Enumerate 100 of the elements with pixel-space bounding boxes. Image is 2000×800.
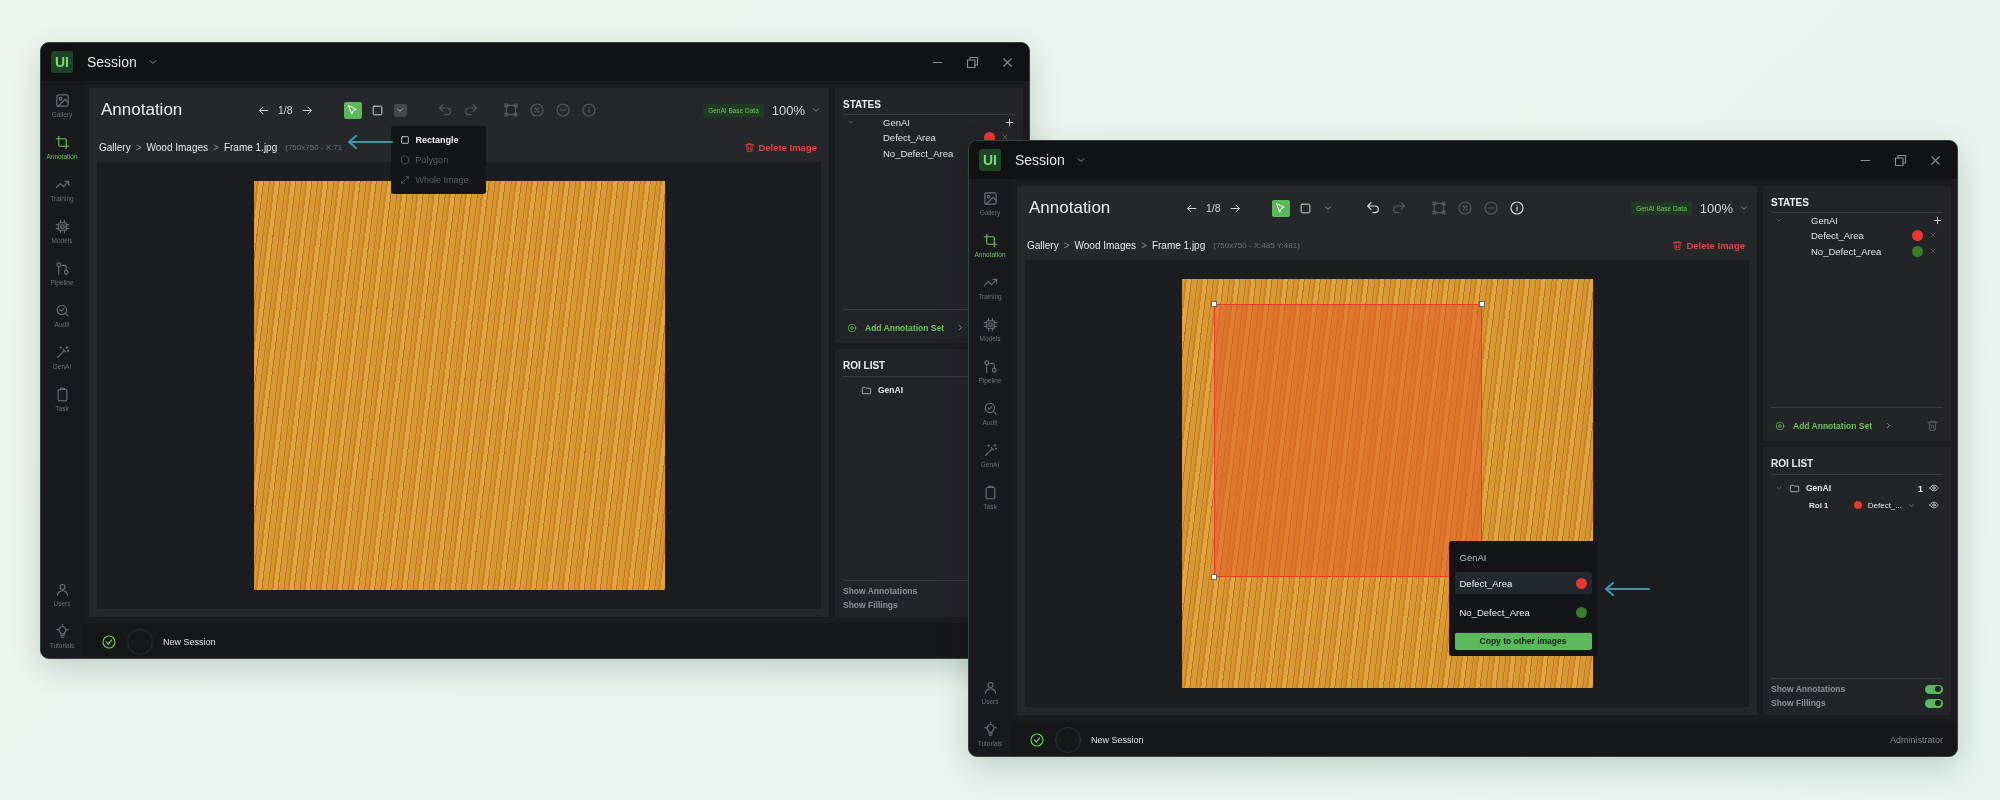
plus-circle-icon [847,322,857,333]
app-logo: UI [51,51,73,73]
info-icon[interactable] [1508,200,1525,216]
section-title: ROI LIST [1771,455,1943,475]
resize-handle[interactable] [1210,301,1217,307]
lightbulb-icon [54,624,70,639]
undo-icon[interactable] [1364,200,1381,216]
toggle-switch[interactable] [1925,684,1943,694]
label-dropdown[interactable]: Defect_... [1867,500,1902,510]
toggle-label: Show Fillings [843,600,898,610]
tree-item[interactable]: Defect_Area [883,131,936,143]
caret-icon [1323,203,1334,213]
plus-circle-icon [1775,420,1785,431]
eye-icon[interactable] [1929,500,1939,510]
chevron-icon[interactable] [1884,421,1893,430]
chevron-icon[interactable] [847,118,855,126]
toggle-label: Show Annotations [1771,684,1846,694]
dropdown-button[interactable] [393,103,407,117]
pointer-arrow [1603,582,1650,596]
breadcrumb-separator: > [213,141,219,153]
hexagon-icon [399,154,410,165]
magic-wand-icon [54,345,70,360]
pointer-arrow [346,134,393,149]
tree-item[interactable]: No_Defect_Area [1811,245,1882,257]
restore-icon[interactable] [965,54,980,70]
chevron-icon[interactable] [956,323,965,332]
remove-icon[interactable] [1929,247,1937,255]
menu-item[interactable]: Defect_Area [1454,572,1592,594]
menu-item[interactable]: No_Defect_Area [1454,601,1592,623]
resize-handle[interactable] [1478,301,1485,307]
delete-image-button[interactable]: Delete Image [740,141,821,153]
plus-icon[interactable] [1932,214,1943,226]
add-annotation-set-button[interactable]: Add Annotation Set [843,322,948,333]
breadcrumb-link[interactable]: Frame 1.jpg [223,141,278,153]
session-name: New Session [163,636,216,647]
plus-icon[interactable] [1004,116,1015,128]
breadcrumb-link[interactable]: Wood Images [1074,239,1137,251]
tree-item[interactable]: GenAI [1806,483,1832,493]
tree-item[interactable]: GenAI [883,116,910,128]
breadcrumb-link[interactable]: Gallery [99,141,131,153]
tree-item[interactable]: Defect_Area [1811,229,1864,241]
crop-icon [54,135,70,150]
breadcrumb-link[interactable]: Frame 1.jpg [1151,239,1206,251]
image-info: (750x750 - X:485 Y:481) [1213,240,1300,250]
copy-button[interactable]: Copy to other images [1454,631,1592,650]
page-counter: 1/8 [1206,202,1221,214]
caret-icon[interactable] [1908,501,1915,509]
toggle-switch[interactable] [1925,698,1943,708]
image-info: (750x750 - X:71 [285,142,343,152]
lightbulb-icon [982,722,998,737]
remove-icon[interactable] [1001,133,1009,141]
user-name: Administrator [1890,734,1943,745]
tree-item[interactable]: Roi 1 [1809,500,1829,510]
section-title: STATES [843,96,1015,115]
window-title: Session [1015,152,1065,168]
trash-icon [1672,239,1684,251]
user-icon [54,582,70,597]
tree-item[interactable]: GenAI [1811,214,1838,226]
window-title: Session [87,54,137,70]
breadcrumb-link[interactable]: Gallery [1027,239,1059,251]
toggle-label: Show Annotations [843,586,918,596]
check-circle-icon [1029,731,1045,748]
tree-item[interactable]: GenAI [878,385,904,395]
folder-icon [1789,482,1800,494]
chevron-icon[interactable] [1775,484,1783,492]
page-counter: 1/8 [278,104,293,116]
square-icon [399,134,410,145]
caret-icon[interactable] [811,105,821,115]
branch-icon [54,261,70,276]
magnifier-check-icon [982,401,998,416]
section-title: STATES [1771,194,1943,213]
cursor-icon [346,103,360,117]
restore-icon[interactable] [1893,152,1908,168]
zoom-level: 100% [1699,200,1733,216]
square-icon [371,103,385,117]
select-tool[interactable] [1271,199,1290,217]
image-icon [982,191,998,206]
check-circle-icon [101,633,117,650]
select-tool[interactable] [343,101,362,119]
page-title: Annotation [1028,198,1112,218]
folder-icon [861,384,872,396]
trash-icon[interactable] [1926,419,1939,432]
resize-handle[interactable] [1210,574,1217,580]
breadcrumb-separator: > [1141,239,1147,251]
menu-item[interactable]: Rectangle [390,129,486,150]
magic-wand-icon [982,443,998,458]
roi-count: 1 [1917,482,1923,494]
chip-icon [982,317,998,332]
session-name: New Session [1091,734,1144,745]
eye-icon[interactable] [1929,483,1939,493]
clipboard-icon [54,387,70,402]
add-annotation-set-button[interactable]: Add Annotation Set [1771,420,1876,431]
breadcrumb-link[interactable]: Wood Images [146,141,209,153]
toggle-label: Show Fillings [1771,698,1826,708]
chevron-icon[interactable] [1775,216,1783,224]
caret-icon[interactable] [1739,203,1749,213]
remove-icon[interactable] [1929,231,1937,239]
delete-image-button[interactable]: Delete Image [1668,239,1749,251]
tree-item[interactable]: No_Defect_Area [883,147,954,159]
magnifier-check-icon [54,303,70,318]
